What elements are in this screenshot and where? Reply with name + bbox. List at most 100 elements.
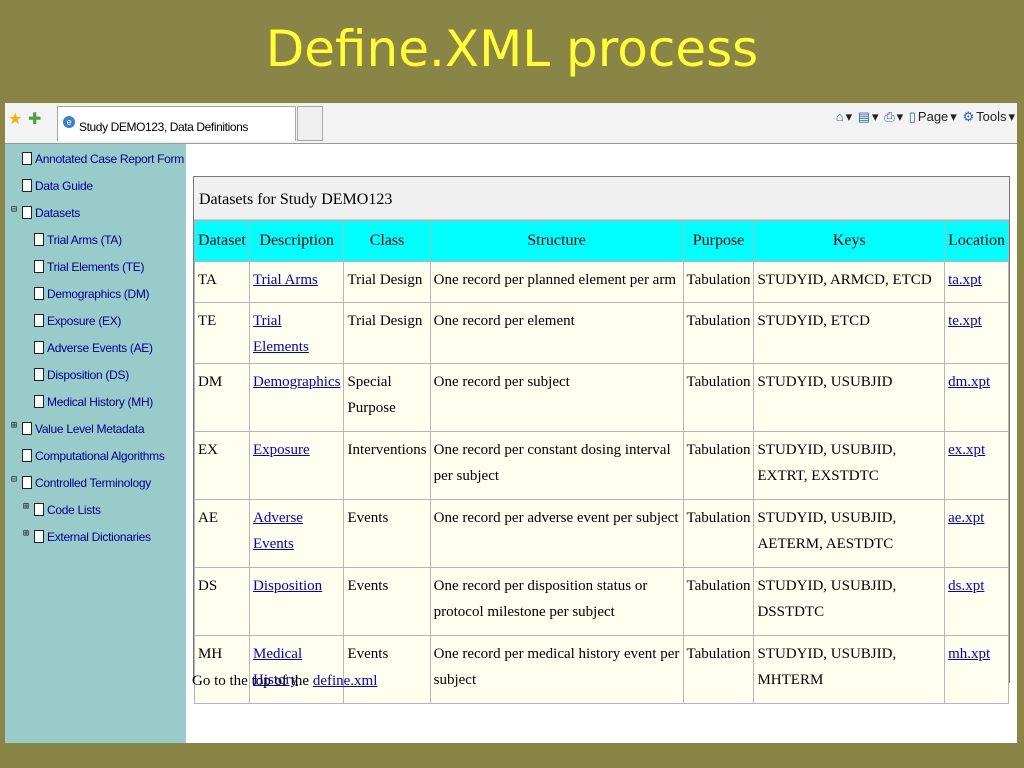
cell-dataset: DS [194, 567, 250, 636]
cell-location: ta.xpt [944, 261, 1009, 303]
browser-screenshot: ★ ✚ e Study DEMO123, Data Definitions ⌂ ▾… [5, 103, 1017, 743]
page-dropdown-icon[interactable]: ▾ [950, 109, 957, 124]
page-menu[interactable]: Page [918, 109, 948, 124]
header-structure: Structure [429, 220, 684, 262]
nav-trial-elements[interactable]: Trial Elements (TE) [34, 260, 145, 274]
nav-code-lists[interactable]: Code Lists [34, 503, 101, 517]
nav-computational-algorithms[interactable]: Computational Algorithms [22, 449, 165, 463]
cell-description: Exposure [248, 431, 345, 500]
print-dropdown-icon[interactable]: ▾ [897, 109, 904, 124]
header-location: Location [944, 220, 1009, 262]
location-link[interactable]: dm.xpt [948, 374, 990, 390]
cell-location: te.xpt [944, 302, 1009, 364]
document-icon [34, 341, 44, 354]
table-row: AE Adverse Events Events One record per … [194, 499, 1009, 568]
cell-keys: STUDYID, ARMCD, ETCD [753, 261, 946, 303]
cell-purpose: Tabulation [682, 567, 755, 636]
cell-dataset: MH [194, 635, 250, 704]
cell-class: Special Purpose [343, 363, 431, 432]
tools-dropdown-icon[interactable]: ▾ [1008, 109, 1015, 124]
feeds-dropdown-icon[interactable]: ▾ [872, 109, 879, 124]
header-class: Class [343, 220, 431, 262]
nav-medical-history[interactable]: Medical History (MH) [34, 395, 153, 409]
nav-disposition[interactable]: Disposition (DS) [34, 368, 129, 382]
document-icon [22, 152, 32, 165]
nav-exposure[interactable]: Exposure (EX) [34, 314, 121, 328]
table-row: DS Disposition Events One record per dis… [194, 567, 1009, 636]
description-link[interactable]: Trial Elements [253, 313, 309, 355]
nav-controlled-terminology[interactable]: Controlled Terminology [22, 476, 151, 490]
cell-purpose: Tabulation [682, 261, 755, 303]
cell-description: Trial Arms [248, 261, 345, 303]
footer-note: Go to the top of the define.xml [192, 673, 378, 689]
location-link[interactable]: ae.xpt [948, 510, 984, 526]
cell-dataset: EX [194, 431, 250, 500]
nav-trial-arms[interactable]: Trial Arms (TA) [34, 233, 122, 247]
cell-purpose: Tabulation [682, 431, 755, 500]
cell-class: Interventions [343, 431, 431, 500]
cell-dataset: TE [194, 302, 250, 364]
location-link[interactable]: ds.xpt [948, 578, 984, 594]
cell-purpose: Tabulation [682, 363, 755, 432]
document-icon [34, 233, 44, 246]
cell-keys: STUDYID, USUBJID, EXTRT, EXSTDTC [753, 431, 946, 500]
command-bar: ⌂ ▾ ▤ ▾ ⎙ ▾ ▯ Page ▾ ⚙ Tools ▾ [834, 109, 1015, 125]
expand-icon[interactable]: ⊞ [23, 501, 29, 512]
header-purpose: Purpose [682, 220, 755, 262]
expand-icon[interactable]: ⊞ [11, 420, 17, 431]
print-icon[interactable]: ⎙ [884, 109, 894, 124]
cell-purpose: Tabulation [682, 635, 755, 704]
browser-tab[interactable]: e Study DEMO123, Data Definitions [57, 106, 296, 141]
tools-menu[interactable]: Tools [976, 109, 1006, 124]
description-link[interactable]: Exposure [253, 442, 310, 458]
datasets-panel: Datasets for Study DEMO123 Dataset Descr… [193, 176, 1010, 704]
cell-location: mh.xpt [944, 635, 1009, 704]
location-link[interactable]: ta.xpt [948, 272, 982, 288]
location-link[interactable]: ex.xpt [948, 442, 985, 458]
document-icon [34, 503, 44, 516]
cell-structure: One record per subject [429, 363, 684, 432]
add-favorite-icon[interactable]: ✚ [28, 109, 41, 129]
collapse-icon[interactable]: ⊟ [11, 204, 17, 215]
nav-demographics[interactable]: Demographics (DM) [34, 287, 150, 301]
nav-data-guide[interactable]: Data Guide [22, 179, 93, 193]
nav-annotated-crf[interactable]: Annotated Case Report Form [22, 152, 184, 166]
cell-class: Trial Design [343, 261, 431, 303]
document-icon [34, 260, 44, 273]
cell-description: Trial Elements [248, 302, 345, 364]
nav-external-dictionaries[interactable]: External Dictionaries [34, 530, 151, 544]
document-icon [34, 368, 44, 381]
favorites-star-icon[interactable]: ★ [8, 109, 22, 129]
cell-keys: STUDYID, ETCD [753, 302, 946, 364]
description-link[interactable]: Adverse Events [253, 510, 303, 552]
description-link[interactable]: Demographics [253, 374, 340, 390]
new-tab-button[interactable] [297, 106, 323, 141]
cell-location: ex.xpt [944, 431, 1009, 500]
ie-page-icon: e [63, 116, 75, 128]
header-keys: Keys [753, 220, 946, 262]
home-dropdown-icon[interactable]: ▾ [846, 109, 853, 124]
navigation-tree: Annotated Case Report Form Data Guide ⊟ … [5, 144, 186, 743]
description-link[interactable]: Trial Arms [253, 272, 318, 288]
cell-dataset: AE [194, 499, 250, 568]
nav-value-level-metadata[interactable]: Value Level Metadata [22, 422, 145, 436]
cell-dataset: TA [194, 261, 250, 303]
cell-description: Medical History [248, 635, 345, 704]
location-link[interactable]: mh.xpt [948, 646, 990, 662]
cell-dataset: DM [194, 363, 250, 432]
table-row: TE Trial Elements Trial Design One recor… [194, 302, 1009, 364]
home-icon[interactable]: ⌂ [836, 109, 844, 124]
feeds-icon[interactable]: ▤ [858, 109, 870, 124]
header-dataset: Dataset [194, 220, 250, 262]
document-icon [34, 530, 44, 543]
collapse-icon[interactable]: ⊟ [11, 474, 17, 485]
location-link[interactable]: te.xpt [948, 313, 982, 329]
description-link[interactable]: Disposition [253, 578, 322, 594]
nav-datasets[interactable]: Datasets [22, 206, 80, 220]
nav-adverse-events[interactable]: Adverse Events (AE) [34, 341, 153, 355]
expand-icon[interactable]: ⊞ [23, 528, 29, 539]
document-icon [34, 314, 44, 327]
cell-purpose: Tabulation [682, 302, 755, 364]
define-xml-link[interactable]: define.xml [313, 673, 378, 689]
datasets-table: Dataset Description Class Structure Purp… [194, 220, 1009, 704]
